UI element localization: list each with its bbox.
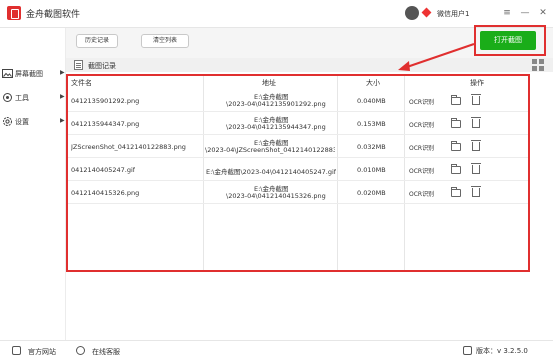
website-icon xyxy=(12,346,21,355)
gear-icon xyxy=(3,117,12,126)
open-capture-button[interactable]: 打开截图 xyxy=(480,31,536,50)
support-icon xyxy=(76,346,85,355)
download-icon xyxy=(463,346,472,355)
title-bar: 金舟截图软件 微信用户1 ≡ — ✕ xyxy=(0,0,553,28)
minimize-icon[interactable]: — xyxy=(518,6,532,20)
avatar[interactable] xyxy=(405,6,419,20)
menu-icon[interactable]: ≡ xyxy=(500,6,514,20)
section-bar xyxy=(66,58,553,72)
list-highlight xyxy=(66,74,530,272)
chevron-right-icon: ▶ xyxy=(60,117,65,124)
tools-icon xyxy=(3,93,12,102)
sidebar-item-label: 设置 xyxy=(15,118,29,126)
app-logo-icon xyxy=(7,6,21,20)
sidebar-item-tools[interactable]: 工具 ▶ xyxy=(0,88,66,108)
app-title: 金舟截图软件 xyxy=(26,10,81,20)
support-link[interactable]: 在线客服 xyxy=(92,347,120,357)
clear-list-button[interactable]: 清空列表 xyxy=(141,34,189,48)
version-label: 版本：v 3.2.5.0 xyxy=(476,347,528,355)
chevron-right-icon: ▶ xyxy=(60,69,65,76)
grid-view-icon[interactable] xyxy=(532,59,544,71)
close-icon[interactable]: ✕ xyxy=(536,6,550,20)
sidebar-item-label: 屏幕截图 xyxy=(15,70,43,78)
sidebar-item-screenshot[interactable]: 屏幕截图 ▶ xyxy=(0,64,66,84)
section-title: 截图记录 xyxy=(88,62,116,70)
sidebar: 屏幕截图 ▶ 工具 ▶ 设置 ▶ xyxy=(0,28,66,340)
vip-badge-icon xyxy=(421,7,432,18)
image-icon xyxy=(2,69,13,78)
history-button[interactable]: 历史记录 xyxy=(76,34,118,48)
username[interactable]: 微信用户1 xyxy=(437,9,469,19)
website-link[interactable]: 官方网站 xyxy=(28,347,56,357)
chevron-right-icon: ▶ xyxy=(60,93,65,100)
list-icon xyxy=(74,60,83,70)
sidebar-item-label: 工具 xyxy=(15,94,29,102)
status-bar: 官方网站 在线客服 版本：v 3.2.5.0 xyxy=(0,340,553,360)
sidebar-item-settings[interactable]: 设置 ▶ xyxy=(0,112,66,132)
